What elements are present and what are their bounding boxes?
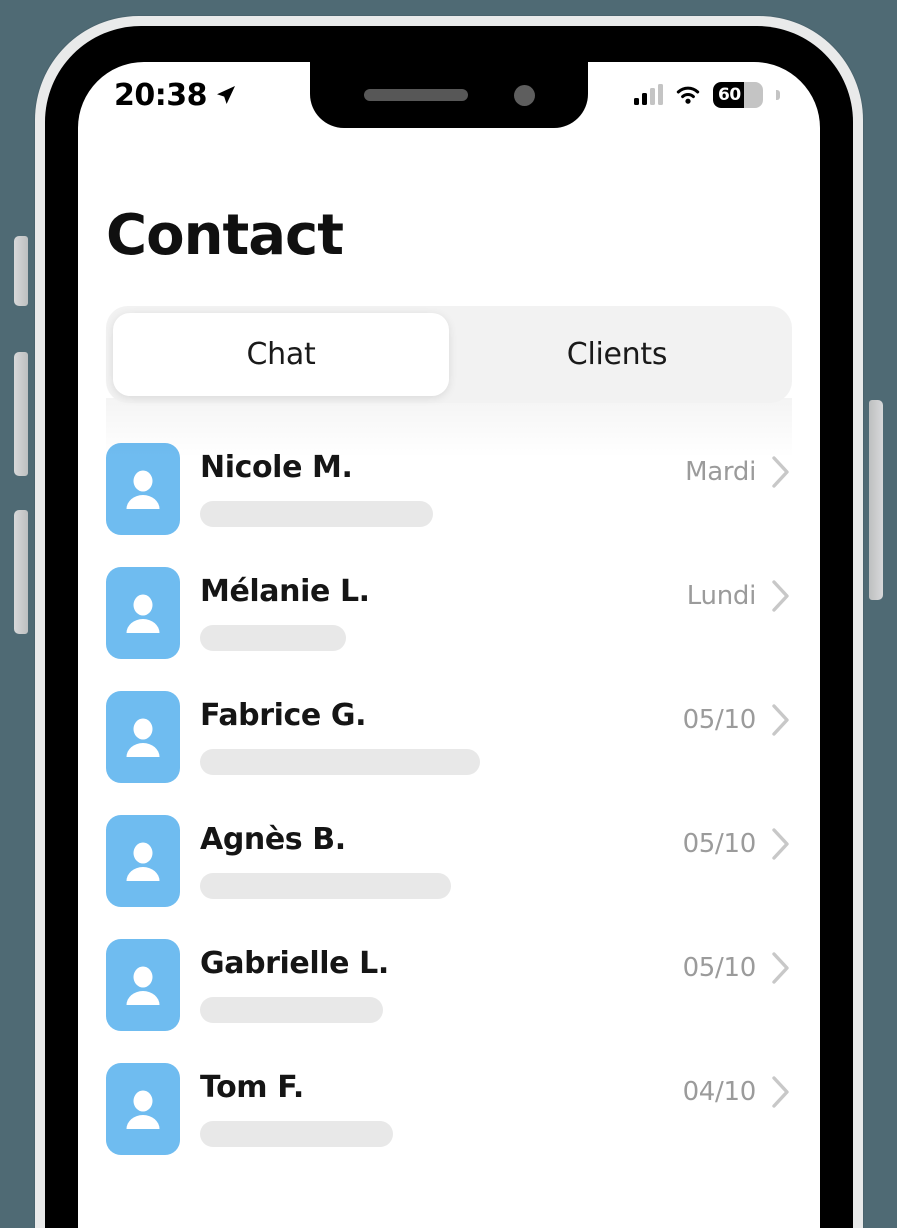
chevron-right-icon[interactable] [770, 703, 792, 737]
contact-row-main: Mélanie L. [180, 567, 687, 651]
status-bar-clock: 20:38 [114, 77, 208, 113]
contact-name: Fabrice G. [200, 698, 367, 733]
volume-down-button[interactable] [14, 352, 28, 476]
notch [310, 62, 588, 128]
avatar [106, 1063, 180, 1155]
mute-switch[interactable] [14, 236, 28, 306]
contact-row-main: Agnès B. [180, 815, 683, 899]
person-icon [126, 1090, 160, 1129]
contact-row-main: Gabrielle L. [180, 939, 683, 1023]
contact-row[interactable]: Gabrielle L. 05/10 [106, 925, 792, 1049]
message-preview-placeholder [200, 873, 451, 899]
contact-name: Agnès B. [200, 822, 346, 857]
battery-cap-icon [776, 90, 780, 100]
phone-screen: 20:38 60 Contact Chat Clients Nicole M. … [78, 62, 820, 1228]
contact-row-right: 05/10 [683, 691, 792, 737]
message-preview-placeholder [200, 997, 384, 1023]
contact-date: 05/10 [682, 953, 757, 983]
earpiece-speaker-icon [363, 89, 468, 101]
contact-row[interactable]: Agnès B. 05/10 [106, 801, 792, 925]
contact-row[interactable]: Fabrice G. 05/10 [106, 677, 792, 801]
contact-date: 05/10 [682, 829, 757, 859]
tab-clients[interactable]: Clients [449, 313, 785, 396]
avatar [106, 815, 180, 907]
contact-date: Mardi [685, 457, 756, 487]
person-icon [126, 966, 160, 1005]
screenshot-stage: 20:38 60 Contact Chat Clients Nicole M. … [0, 0, 897, 1228]
chevron-right-icon[interactable] [770, 579, 792, 613]
contact-date: Lundi [686, 581, 757, 611]
contact-date: 05/10 [682, 705, 757, 735]
contact-row-right: 04/10 [683, 1063, 792, 1109]
contact-row[interactable]: Nicole M. Mardi [106, 429, 792, 553]
tab-chat[interactable]: Chat [113, 313, 449, 396]
contact-name: Tom F. [200, 1070, 304, 1105]
front-camera-icon [513, 84, 535, 106]
power-button[interactable] [869, 400, 883, 600]
chevron-right-icon[interactable] [770, 827, 792, 861]
contact-row[interactable]: Mélanie L. Lundi [106, 553, 792, 677]
segmented-control[interactable]: Chat Clients [106, 306, 792, 403]
contact-row-right: Mardi [685, 443, 792, 489]
contact-date: 04/10 [682, 1077, 757, 1107]
message-preview-placeholder [200, 625, 347, 651]
contact-name: Mélanie L. [200, 574, 370, 609]
chevron-right-icon[interactable] [770, 455, 792, 489]
chevron-right-icon[interactable] [770, 1075, 792, 1109]
avatar [106, 939, 180, 1031]
avatar [106, 691, 180, 783]
tab-bar-wrap: Chat Clients [78, 268, 820, 458]
contact-row-right: Lundi [687, 567, 792, 613]
contact-list: Nicole M. Mardi Mélanie L. Lundi Fabrice G. 0… [78, 403, 820, 1173]
battery-percent-label: 60 [718, 85, 741, 105]
contact-name: Gabrielle L. [200, 946, 389, 981]
contact-name: Nicole M. [200, 450, 353, 485]
contact-row-main: Nicole M. [180, 443, 685, 527]
message-preview-placeholder [200, 501, 433, 527]
contact-row[interactable]: Tom F. 04/10 [106, 1049, 792, 1173]
contact-row-right: 05/10 [683, 939, 792, 985]
page-title: Contact [106, 203, 344, 268]
wifi-icon [676, 86, 700, 104]
location-arrow-icon [217, 86, 235, 104]
status-bar-right: 60 [634, 82, 780, 108]
volume-up-button[interactable] [14, 510, 28, 634]
app-content: Contact Chat Clients Nicole M. Mardi Mélan… [78, 128, 820, 1228]
contact-row-main: Tom F. [180, 1063, 683, 1147]
person-icon [126, 718, 160, 757]
contact-row-main: Fabrice G. [180, 691, 683, 775]
chevron-right-icon[interactable] [770, 951, 792, 985]
person-icon [126, 594, 160, 633]
status-bar-left: 20:38 [114, 78, 238, 113]
person-icon [126, 470, 160, 509]
contact-row-right: 05/10 [683, 815, 792, 861]
avatar [106, 443, 180, 535]
avatar [106, 567, 180, 659]
person-icon [126, 842, 160, 881]
cellular-signal-icon [634, 84, 663, 105]
message-preview-placeholder [200, 749, 480, 775]
battery-icon: 60 [713, 82, 763, 108]
message-preview-placeholder [200, 1121, 394, 1147]
